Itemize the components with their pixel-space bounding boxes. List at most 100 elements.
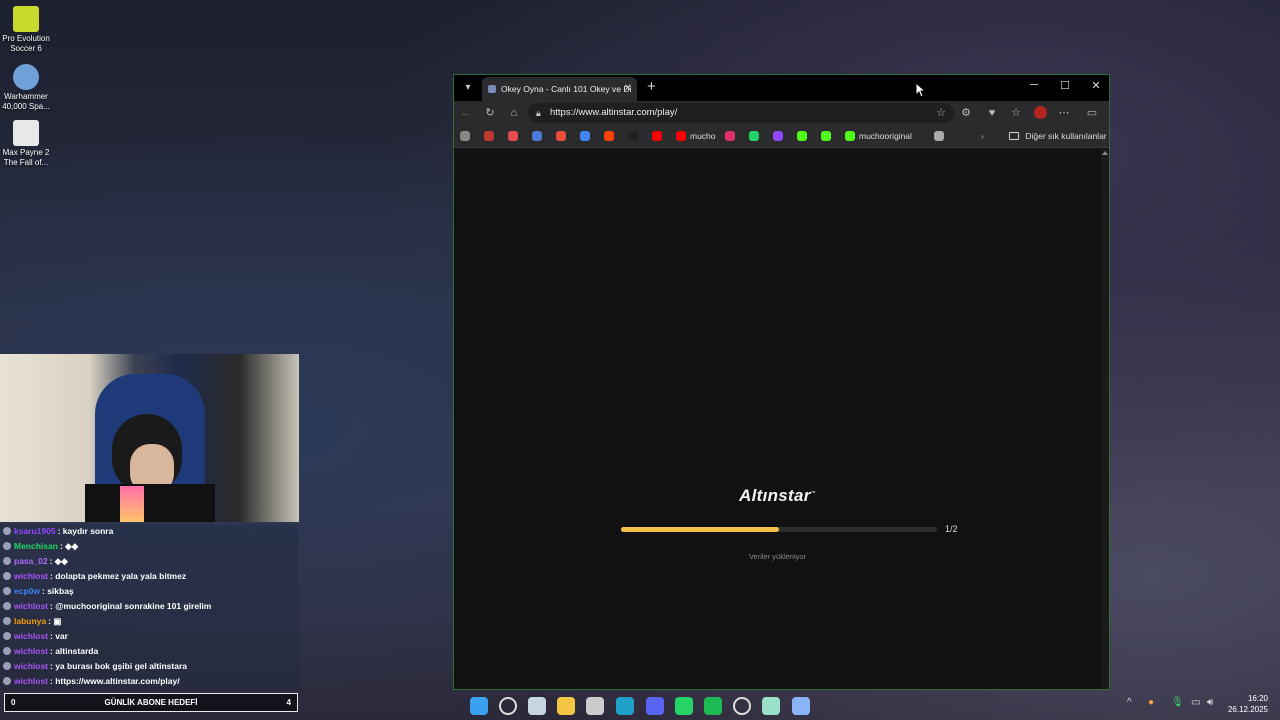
chat-message: wichlost: @muchooriginal sonrakine 101 g…	[0, 599, 299, 614]
favorite-star-icon[interactable]: ☆	[936, 103, 946, 123]
maximize-button[interactable]: ☐	[1051, 79, 1079, 92]
chat-username: wichlost	[14, 571, 49, 581]
bookmark-item[interactable]	[460, 130, 470, 143]
chat-message: wichlost: ya burası bok gşibi gel altins…	[0, 659, 299, 674]
bookmark-item[interactable]	[725, 130, 735, 143]
bookmark-favicon-icon	[773, 131, 783, 141]
sidebar-toggle-icon[interactable]: ▭	[1084, 105, 1100, 121]
bookmark-item[interactable]	[484, 130, 494, 143]
scroll-up-icon[interactable]	[1102, 151, 1108, 155]
bookmark-item[interactable]	[749, 130, 759, 143]
page-scrollbar[interactable]	[1101, 149, 1109, 689]
browser-essentials-icon[interactable]: ♥	[984, 105, 1000, 121]
chat-badge-icon	[3, 632, 11, 640]
new-tab-button[interactable]: +	[647, 78, 656, 95]
bookmark-favicon-icon	[725, 131, 735, 141]
tab-active[interactable]: Okey Oyna - Canlı 101 Okey ve Di ✕	[482, 77, 637, 101]
chat-badge-icon	[3, 617, 11, 625]
bookmark-item[interactable]	[773, 130, 783, 143]
taskbar-whatsapp-icon[interactable]	[675, 697, 693, 715]
chat-text: : ya burası bok gşibi gel altinstara	[50, 661, 187, 671]
desktop-icon-max-payne[interactable]: Max Payne 2 The Fall of...	[2, 120, 50, 168]
chat-text: : kaydır sonra	[57, 526, 114, 536]
chat-badge-icon	[3, 647, 11, 655]
chat-message: Menchisan: ◆◆	[0, 539, 299, 554]
bookmark-item[interactable]: mucho	[676, 130, 716, 143]
desktop-icon-label: Warhammer 40,000 Spa...	[2, 92, 50, 111]
bookmark-item[interactable]	[821, 130, 831, 143]
chat-username: ecp0w	[14, 586, 40, 596]
tab-title: Okey Oyna - Canlı 101 Okey ve Di	[501, 84, 632, 94]
microphone-icon[interactable]: 🎙︎	[1171, 697, 1184, 708]
favorites-icon[interactable]: ☆	[1008, 105, 1024, 121]
chat-message: wichlost: https://www.altinstar.com/play…	[0, 674, 299, 689]
chat-message: ecp0w: sikbaş	[0, 584, 299, 599]
bookmark-item[interactable]	[508, 130, 518, 143]
taskbar-start-icon[interactable]	[470, 697, 488, 715]
other-bookmarks-folder[interactable]: Diğer sık kullanılanlar	[1009, 130, 1107, 143]
extensions-icon[interactable]: ⚙	[958, 105, 974, 121]
chat-message: wichlost: altinstarda	[0, 644, 299, 659]
tab-list-button[interactable]: ▾	[460, 80, 476, 96]
chat-message: ksaru1905: kaydır sonra	[0, 524, 299, 539]
bookmark-item[interactable]	[628, 130, 638, 143]
bookmark-favicon-icon	[676, 131, 686, 141]
tray-app-icon[interactable]: ●	[1148, 697, 1154, 708]
bookmark-favicon-icon	[532, 131, 542, 141]
chat-message: wichlost: dolapta pekmez yala yala bitme…	[0, 569, 299, 584]
bookmark-item[interactable]	[532, 130, 542, 143]
taskbar-discord-icon[interactable]	[646, 697, 664, 715]
taskbar: ^ ● 🎙︎ ▭ 🔊︎ 16:20 26.12.2025	[0, 690, 1280, 720]
bookmark-favicon-icon	[508, 131, 518, 141]
bookmark-item[interactable]	[652, 130, 662, 143]
bookmark-item[interactable]	[556, 130, 566, 143]
browser-window: ▾ Okey Oyna - Canlı 101 Okey ve Di ✕ + ─…	[453, 74, 1110, 690]
bookmark-item[interactable]	[797, 130, 807, 143]
network-icon[interactable]: ▭	[1191, 697, 1200, 708]
system-clock[interactable]: 16:20 26.12.2025	[1228, 693, 1268, 715]
taskbar-search-icon[interactable]	[499, 697, 517, 715]
back-icon[interactable]: ←	[458, 105, 474, 121]
taskbar-edge-icon[interactable]	[616, 697, 634, 715]
desktop-icon-pes6[interactable]: Pro Evolution Soccer 6	[2, 6, 50, 54]
profile-avatar-icon[interactable]	[1032, 105, 1048, 121]
chat-message: pasa_02: ◆◆	[0, 554, 299, 569]
pes6-icon	[13, 6, 39, 32]
taskbar-spotify-icon[interactable]	[704, 697, 722, 715]
bookmark-item[interactable]	[604, 130, 614, 143]
taskbar-app-icon[interactable]	[792, 697, 810, 715]
bookmark-favicon-icon	[845, 131, 855, 141]
navigation-toolbar: ← ↻ ⌂ 🔒︎ https://www.altinstar.com/play/…	[454, 101, 1109, 125]
bookmark-favicon-icon	[628, 131, 638, 141]
address-bar[interactable]: 🔒︎ https://www.altinstar.com/play/ ☆	[528, 103, 954, 123]
chat-username: wichlost	[14, 661, 49, 671]
lock-icon: 🔒︎	[536, 108, 541, 118]
taskbar-refresh-icon[interactable]	[762, 697, 780, 715]
desktop-icon-warhammer[interactable]: Warhammer 40,000 Spa...	[2, 64, 50, 112]
minimize-button[interactable]: ─	[1020, 79, 1048, 91]
bookmarks-bar: › Diğer sık kullanılanlar mucho muchoorig…	[454, 125, 1109, 148]
folder-icon	[1009, 132, 1019, 140]
taskbar-store-icon[interactable]	[586, 697, 604, 715]
home-icon[interactable]: ⌂	[506, 105, 522, 121]
taskbar-steam-icon[interactable]	[528, 697, 546, 715]
bookmark-item[interactable]: muchooriginal	[845, 130, 912, 143]
bookmarks-overflow-icon[interactable]: ›	[981, 130, 984, 143]
more-options-icon[interactable]: ⋯	[1056, 105, 1072, 121]
loading-progress-bar	[621, 527, 937, 532]
volume-icon[interactable]: 🔊︎	[1207, 697, 1213, 708]
chat-username: ksaru1905	[14, 526, 56, 536]
bookmark-favicon-icon	[556, 131, 566, 141]
bookmark-item[interactable]	[580, 130, 590, 143]
chat-text: : ▣	[48, 616, 62, 626]
favicon-icon	[488, 85, 496, 93]
taskbar-file-explorer-icon[interactable]	[557, 697, 575, 715]
chat-message: wichlost: var	[0, 629, 299, 644]
taskbar-obs-icon[interactable]	[733, 697, 751, 715]
loading-step-count: 1/2	[945, 524, 958, 534]
tray-chevron-icon[interactable]: ^	[1127, 697, 1132, 708]
close-window-button[interactable]: ✕	[1082, 79, 1110, 92]
tab-close-icon[interactable]: ✕	[624, 77, 632, 101]
refresh-icon[interactable]: ↻	[482, 105, 498, 121]
bookmark-item[interactable]	[934, 130, 944, 143]
